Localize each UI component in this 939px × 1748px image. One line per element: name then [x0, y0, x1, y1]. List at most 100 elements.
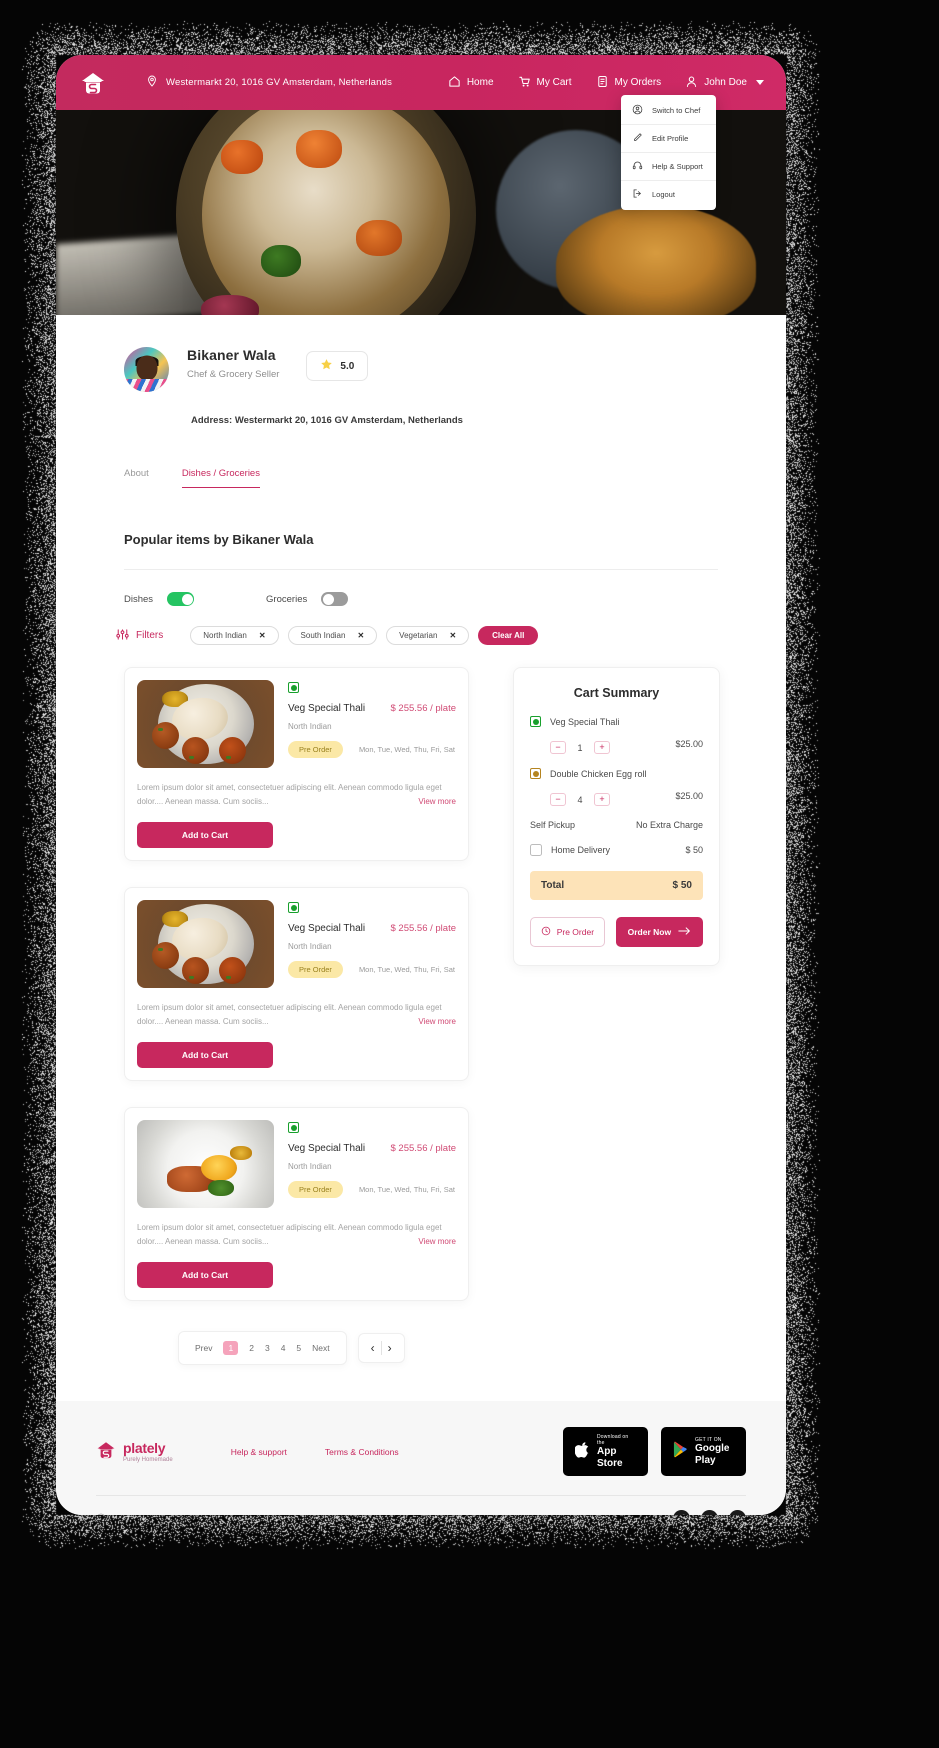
app-store-big-label: App Store [597, 1446, 636, 1469]
pagination-next[interactable]: Next [312, 1343, 329, 1353]
view-more-link[interactable]: View more [418, 1235, 456, 1249]
house-logo-icon[interactable] [78, 68, 108, 98]
app-store-button[interactable]: Download on the App Store [563, 1427, 648, 1476]
header-nav: Home My Cart My Orders John Doe [448, 75, 764, 91]
google-play-button[interactable]: GET IT ON Google Play [661, 1427, 746, 1476]
twitter-icon[interactable] [701, 1510, 718, 1515]
self-pickup-label: Self Pickup [530, 820, 575, 830]
home-delivery-checkbox[interactable] [530, 844, 542, 856]
close-icon[interactable]: ✕ [449, 631, 456, 640]
view-more-link[interactable]: View more [418, 1015, 456, 1029]
instagram-icon[interactable] [729, 1510, 746, 1515]
pagination-page-2[interactable]: 2 [249, 1343, 254, 1353]
menu-item-edit-profile[interactable]: Edit Profile [621, 125, 716, 153]
filter-chip-label: South Indian [301, 631, 346, 640]
quantity-decrement-button[interactable]: − [550, 741, 566, 754]
menu-item-help-support[interactable]: Help & Support [621, 153, 716, 181]
home-icon [448, 75, 461, 91]
list-item[interactable]: Veg Special Thali $ 255.56 / plate North… [124, 667, 469, 861]
cart-item-row: Veg Special Thali [530, 716, 703, 727]
preorder-badge: Pre Order [288, 741, 343, 758]
copyright: 2021 All rights Reserved. Plately.com [96, 1513, 227, 1516]
dish-description-text: Lorem ipsum dolor sit amet, consectetuer… [137, 783, 442, 806]
close-icon[interactable]: ✕ [357, 631, 364, 640]
dish-price: $ 255.56 / plate [391, 703, 457, 714]
list-item[interactable]: Veg Special Thali $ 255.56 / plate North… [124, 887, 469, 1081]
plately-logo-icon [96, 1440, 116, 1460]
view-more-link[interactable]: View more [418, 795, 456, 809]
pagination-prev[interactable]: Prev [195, 1343, 212, 1353]
pencil-icon [632, 132, 643, 145]
filters-label[interactable]: Filters [116, 628, 163, 644]
pagination-page-4[interactable]: 4 [281, 1343, 286, 1353]
veg-indicator-icon [288, 902, 299, 913]
tab-about[interactable]: About [124, 468, 149, 488]
quantity-stepper: − 1 + [550, 741, 610, 754]
tab-dishes-groceries[interactable]: Dishes / Groceries [182, 468, 260, 488]
menu-item-logout[interactable]: Logout [621, 181, 716, 208]
close-icon[interactable]: ✕ [259, 631, 266, 640]
user-dropdown-menu[interactable]: Switch to Chef Edit Profile Help & Suppo… [621, 95, 716, 210]
category-toggles: Dishes Groceries [124, 592, 786, 606]
menu-item-switch-to-chef[interactable]: Switch to Chef [621, 97, 716, 125]
preorder-badge: Pre Order [288, 961, 343, 978]
play-icon [673, 1441, 688, 1463]
profile-tabs: About Dishes / Groceries [124, 468, 786, 488]
nav-home[interactable]: Home [448, 75, 494, 91]
arrow-right-icon [678, 926, 691, 938]
header-address: Westermarkt 20, 1016 GV Amsterdam, Nethe… [146, 75, 392, 90]
chevron-left-icon[interactable]: ‹ [365, 1342, 381, 1354]
veg-indicator-icon [288, 1122, 299, 1133]
toggle-dishes[interactable] [167, 592, 194, 606]
filter-chip-south-indian[interactable]: South Indian ✕ [288, 626, 378, 645]
filter-chip-label: Vegetarian [399, 631, 437, 640]
add-to-cart-button[interactable]: Add to Cart [137, 1262, 273, 1288]
dish-description: Lorem ipsum dolor sit amet, consectetuer… [137, 1221, 456, 1249]
dish-category: North Indian [288, 1162, 456, 1171]
footer-links: Help & support Terms & Conditions [231, 1447, 399, 1457]
facebook-icon[interactable] [673, 1510, 690, 1515]
main-content: Veg Special Thali $ 255.56 / plate North… [56, 667, 786, 1327]
dish-name: Veg Special Thali [288, 923, 365, 934]
pagination-page-5[interactable]: 5 [296, 1343, 301, 1353]
menu-item-edit-profile-label: Edit Profile [652, 134, 688, 143]
menu-item-help-support-label: Help & Support [652, 162, 703, 171]
footer-link-terms[interactable]: Terms & Conditions [325, 1447, 399, 1457]
app-store-small-label: Download on the [597, 1434, 636, 1446]
browser-viewport: Westermarkt 20, 1016 GV Amsterdam, Nethe… [56, 55, 786, 1515]
footer-link-help[interactable]: Help & support [231, 1447, 287, 1457]
add-to-cart-button[interactable]: Add to Cart [137, 822, 273, 848]
dish-description: Lorem ipsum dolor sit amet, consectetuer… [137, 1001, 456, 1029]
menu-item-logout-label: Logout [652, 190, 675, 199]
quantity-increment-button[interactable]: + [594, 741, 610, 754]
chef-role: Chef & Grocery Seller [187, 369, 279, 380]
filter-chip-vegetarian[interactable]: Vegetarian ✕ [386, 626, 469, 645]
cart-item-row: Double Chicken Egg roll [530, 768, 703, 779]
pagination-page-1[interactable]: 1 [223, 1341, 238, 1355]
nav-user-menu[interactable]: John Doe [685, 75, 764, 91]
quantity-value: 1 [576, 743, 584, 753]
pagination-page-3[interactable]: 3 [265, 1343, 270, 1353]
veg-indicator-icon [288, 682, 299, 693]
order-now-button[interactable]: Order Now [616, 917, 703, 947]
nav-my-cart[interactable]: My Cart [518, 75, 572, 91]
filter-chip-north-indian[interactable]: North Indian ✕ [190, 626, 278, 645]
quantity-decrement-button[interactable]: − [550, 793, 566, 806]
nav-my-cart-label: My Cart [537, 77, 572, 88]
list-item[interactable]: Veg Special Thali $ 255.56 / plate North… [124, 1107, 469, 1301]
nonveg-indicator-icon [530, 768, 541, 779]
dish-description-text: Lorem ipsum dolor sit amet, consectetuer… [137, 1223, 442, 1246]
divider [124, 569, 718, 570]
hero-garnish [261, 245, 301, 277]
dish-image [137, 680, 274, 768]
toggle-groceries[interactable] [321, 592, 348, 606]
clear-all-button[interactable]: Clear All [478, 626, 538, 645]
pre-order-button[interactable]: Pre Order [530, 917, 605, 947]
divider [96, 1495, 746, 1496]
add-to-cart-button[interactable]: Add to Cart [137, 1042, 273, 1068]
quantity-increment-button[interactable]: + [594, 793, 610, 806]
cart-total-value: $ 50 [673, 880, 692, 891]
chevron-right-icon[interactable]: › [382, 1342, 398, 1354]
nav-my-orders[interactable]: My Orders [596, 75, 662, 91]
pagination-arrows: ‹ › [358, 1333, 405, 1363]
